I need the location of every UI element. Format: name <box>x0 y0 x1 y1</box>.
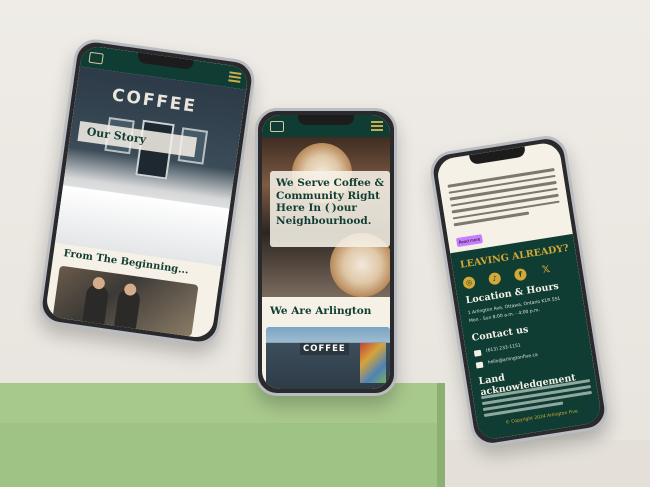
phone-icon <box>473 349 482 357</box>
hamburger-menu-icon[interactable] <box>371 121 383 131</box>
hero-headline-panel: We Serve Coffee & Community Right Here I… <box>270 171 390 247</box>
storefront-hero-image: COFFEE <box>54 66 247 269</box>
cup-logo-icon[interactable] <box>88 51 104 65</box>
mail-icon <box>475 361 484 369</box>
storefront-sign: COFFEE <box>110 85 199 117</box>
section-title-arlington: We Are Arlington Five <box>262 297 390 345</box>
phone-number[interactable]: (613) 233-1151 <box>486 343 522 353</box>
hero-headline: We Serve Coffee & Community Right Here I… <box>276 177 384 227</box>
mockup-scene: COFFEE Our Story From The Beginning... W… <box>0 0 650 487</box>
phone-right: Read more LEAVING ALREADY? ◎ ♪ f 𝕏 Locat… <box>427 133 611 449</box>
instagram-icon[interactable]: ◎ <box>462 275 476 290</box>
tiktok-icon[interactable]: ♪ <box>487 271 502 286</box>
copyright-text: © Copyright 2024 Arlington Five <box>505 409 579 426</box>
phone-left-screen: COFFEE Our Story From The Beginning... <box>44 44 250 340</box>
contact-heading: Contact us <box>470 324 530 344</box>
email-address[interactable]: hello@arlingtonfive.ca <box>488 353 539 366</box>
facebook-icon[interactable]: f <box>513 267 528 282</box>
mural <box>360 343 386 383</box>
cafe-exterior-photo: COFFEE <box>266 327 390 389</box>
phone-center: We Serve Coffee & Community Right Here I… <box>255 108 397 396</box>
site-footer: LEAVING ALREADY? ◎ ♪ f 𝕏 Location & Hour… <box>450 233 603 441</box>
phone-left: COFFEE Our Story From The Beginning... <box>36 36 258 348</box>
phone-notch <box>298 115 354 125</box>
cup-logo-icon[interactable] <box>270 121 284 132</box>
hamburger-menu-icon[interactable] <box>228 71 242 83</box>
text-line <box>453 211 530 226</box>
read-more-button[interactable]: Read more <box>455 234 484 248</box>
storefront-sign: COFFEE <box>300 343 349 355</box>
pedestal-front <box>0 423 437 487</box>
phone-right-screen: Read more LEAVING ALREADY? ◎ ♪ f 𝕏 Locat… <box>435 141 603 441</box>
x-icon[interactable]: 𝕏 <box>539 264 553 278</box>
person <box>82 283 110 325</box>
pedestal-side <box>437 383 445 487</box>
floor <box>445 440 650 487</box>
phone-center-screen: We Serve Coffee & Community Right Here I… <box>262 115 390 389</box>
